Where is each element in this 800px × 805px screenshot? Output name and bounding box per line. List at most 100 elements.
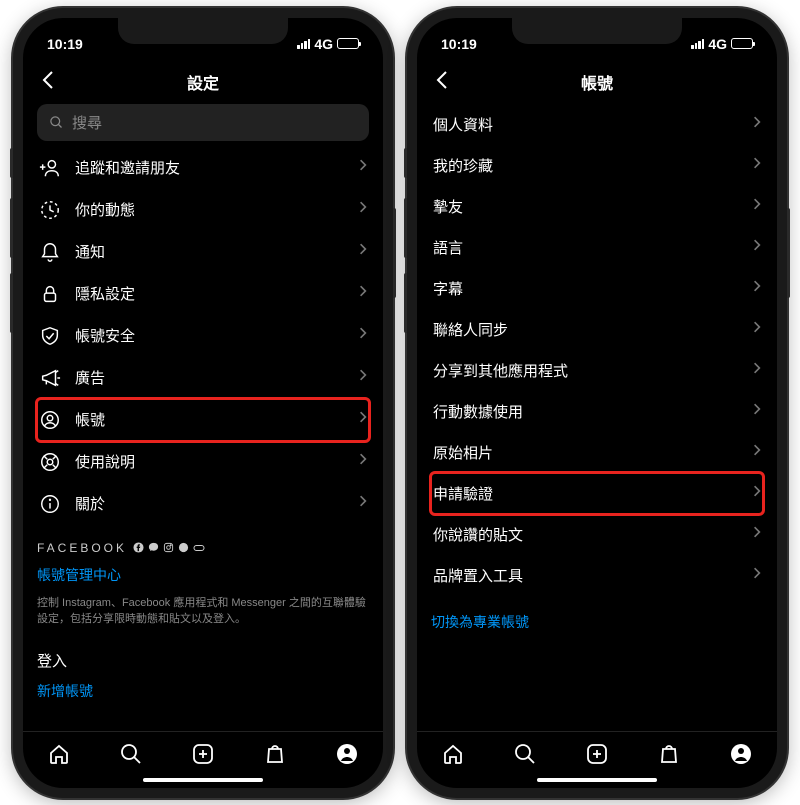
menu-original-photos[interactable]: 原始相片 xyxy=(431,432,763,473)
menu-help[interactable]: 使用說明 xyxy=(37,441,369,483)
chevron-right-icon xyxy=(753,566,761,585)
messenger-icon xyxy=(148,542,159,553)
tab-profile[interactable] xyxy=(335,742,359,766)
chevron-right-icon xyxy=(753,402,761,421)
status-time: 10:19 xyxy=(441,36,477,52)
menu-follow-invite[interactable]: 追蹤和邀請朋友 xyxy=(37,147,369,189)
tab-add[interactable] xyxy=(585,742,609,766)
chevron-right-icon xyxy=(753,443,761,462)
tab-profile[interactable] xyxy=(729,742,753,766)
search-icon xyxy=(49,115,64,130)
page-title: 帳號 xyxy=(581,70,613,94)
back-button[interactable] xyxy=(431,68,455,92)
signal-icon xyxy=(691,39,704,49)
chevron-right-icon xyxy=(753,361,761,380)
menu-captions[interactable]: 字幕 xyxy=(431,268,763,309)
home-indicator[interactable] xyxy=(537,778,657,782)
tab-search[interactable] xyxy=(119,742,143,766)
menu-notifications[interactable]: 通知 xyxy=(37,231,369,273)
settings-content: 搜尋 追蹤和邀請朋友 你的動態 通知 隱私設定 xyxy=(23,104,383,731)
status-right: 4G xyxy=(691,36,753,52)
facebook-icon xyxy=(133,542,144,553)
accounts-center-link[interactable]: 帳號管理中心 xyxy=(37,565,369,585)
home-indicator[interactable] xyxy=(143,778,263,782)
lock-icon xyxy=(39,283,61,305)
chevron-right-icon xyxy=(753,115,761,134)
header: 帳號 xyxy=(417,62,777,104)
chevron-right-icon xyxy=(359,494,367,513)
menu-label: 帳號安全 xyxy=(75,325,345,346)
facebook-section: FACEBOOK xyxy=(37,541,369,555)
add-account-link[interactable]: 新增帳號 xyxy=(37,681,369,701)
menu-account[interactable]: 帳號 xyxy=(37,399,369,441)
instagram-icon xyxy=(163,542,174,553)
menu-label: 廣告 xyxy=(75,367,345,388)
info-icon xyxy=(39,493,61,515)
chevron-right-icon xyxy=(753,320,761,339)
menu-label: 你說讚的貼文 xyxy=(433,524,739,545)
chevron-right-icon xyxy=(359,368,367,387)
search-input[interactable]: 搜尋 xyxy=(37,104,369,141)
menu-mobile-data[interactable]: 行動數據使用 xyxy=(431,391,763,432)
chevron-right-icon xyxy=(359,452,367,471)
tab-home[interactable] xyxy=(441,742,465,766)
tab-home[interactable] xyxy=(47,742,71,766)
chevron-right-icon xyxy=(359,284,367,303)
menu-language[interactable]: 語言 xyxy=(431,227,763,268)
chevron-right-icon xyxy=(753,197,761,216)
tab-add[interactable] xyxy=(191,742,215,766)
screen-account: 10:19 4G 帳號 個人資料 我的珍藏 摯友 xyxy=(417,18,777,788)
menu-about[interactable]: 關於 xyxy=(37,483,369,525)
menu-label: 摯友 xyxy=(433,196,739,217)
page-title: 設定 xyxy=(187,70,219,94)
battery-icon xyxy=(337,38,359,49)
menu-security[interactable]: 帳號安全 xyxy=(37,315,369,357)
add-friend-icon xyxy=(39,157,61,179)
menu-close-friends[interactable]: 摯友 xyxy=(431,186,763,227)
menu-label: 使用說明 xyxy=(75,451,345,472)
chevron-right-icon xyxy=(359,326,367,345)
status-right: 4G xyxy=(297,36,359,52)
menu-label: 聯絡人同步 xyxy=(433,319,739,340)
menu-label: 原始相片 xyxy=(433,442,739,463)
menu-ads[interactable]: 廣告 xyxy=(37,357,369,399)
menu-share-other-apps[interactable]: 分享到其他應用程式 xyxy=(431,350,763,391)
battery-icon xyxy=(731,38,753,49)
activity-icon xyxy=(39,199,61,221)
menu-saved[interactable]: 我的珍藏 xyxy=(431,145,763,186)
help-icon xyxy=(39,451,61,473)
menu-label: 帳號 xyxy=(75,409,345,430)
facebook-label: FACEBOOK xyxy=(37,541,127,555)
network-label: 4G xyxy=(708,36,727,52)
bell-icon xyxy=(39,241,61,263)
tab-shop[interactable] xyxy=(657,742,681,766)
menu-personal-info[interactable]: 個人資料 xyxy=(431,104,763,145)
tab-shop[interactable] xyxy=(263,742,287,766)
menu-request-verification[interactable]: 申請驗證 xyxy=(431,473,763,514)
back-button[interactable] xyxy=(37,68,61,92)
menu-branded-content[interactable]: 品牌置入工具 xyxy=(431,555,763,596)
menu-label: 品牌置入工具 xyxy=(433,565,739,586)
menu-label: 分享到其他應用程式 xyxy=(433,360,739,381)
menu-label: 通知 xyxy=(75,241,345,262)
menu-label: 你的動態 xyxy=(75,199,345,220)
tab-search[interactable] xyxy=(513,742,537,766)
account-icon xyxy=(39,409,61,431)
menu-posts-liked[interactable]: 你說讚的貼文 xyxy=(431,514,763,555)
tab-bar xyxy=(417,731,777,772)
menu-label: 我的珍藏 xyxy=(433,155,739,176)
switch-professional-link[interactable]: 切換為專業帳號 xyxy=(431,612,763,632)
accounts-center-description: 控制 Instagram、Facebook 應用程式和 Messenger 之間… xyxy=(37,595,369,628)
chevron-right-icon xyxy=(753,484,761,503)
search-placeholder: 搜尋 xyxy=(72,112,102,133)
facebook-product-icons xyxy=(133,542,205,553)
chevron-right-icon xyxy=(753,525,761,544)
menu-label: 字幕 xyxy=(433,278,739,299)
chevron-right-icon xyxy=(753,156,761,175)
menu-activity[interactable]: 你的動態 xyxy=(37,189,369,231)
menu-contacts-sync[interactable]: 聯絡人同步 xyxy=(431,309,763,350)
notch xyxy=(512,18,682,44)
menu-privacy[interactable]: 隱私設定 xyxy=(37,273,369,315)
chevron-right-icon xyxy=(359,200,367,219)
phone-frame-right: 10:19 4G 帳號 個人資料 我的珍藏 摯友 xyxy=(407,8,787,798)
